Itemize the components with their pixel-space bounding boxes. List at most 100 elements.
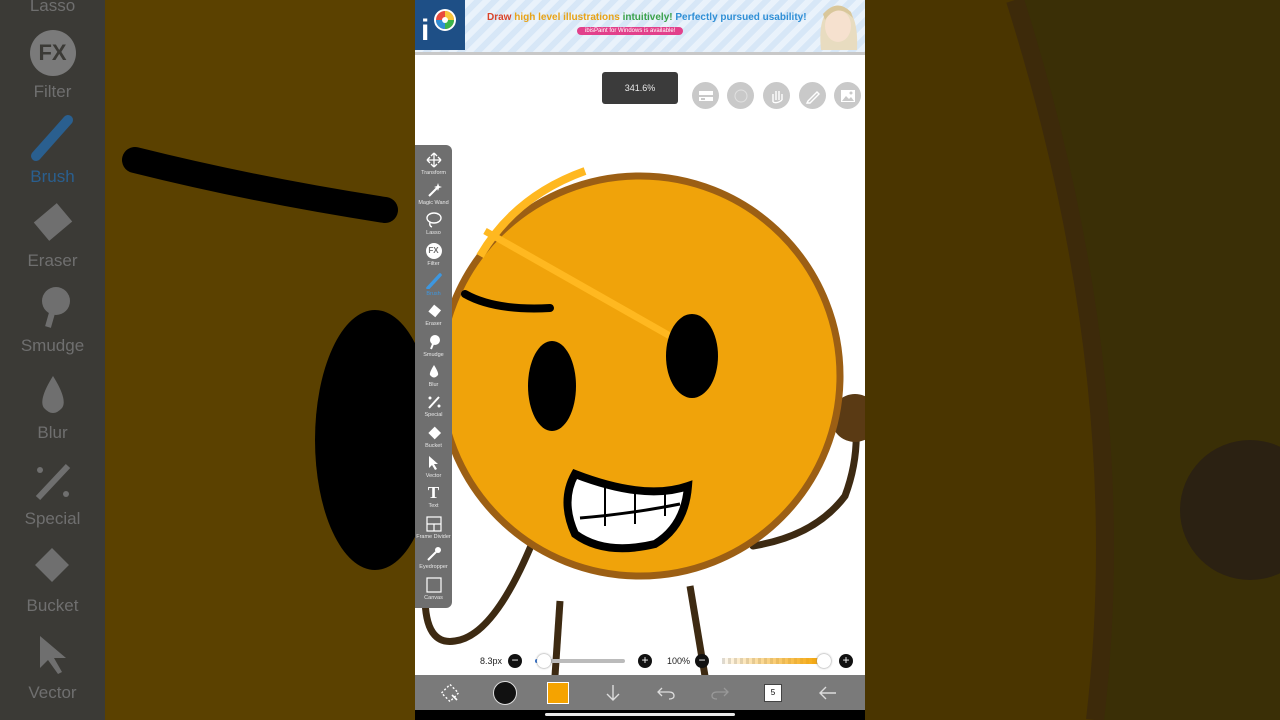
tool-lasso[interactable]: Lasso	[415, 211, 452, 236]
opacity-increase-button[interactable]: +	[839, 654, 853, 668]
layers-icon: 5	[764, 683, 782, 702]
bg-tool-bucket: Bucket	[0, 545, 105, 616]
opacity-fill	[722, 658, 824, 664]
tool-magic-wand[interactable]: Magic Wand	[415, 181, 452, 206]
arrow-left-icon	[819, 686, 836, 699]
eraser-icon	[33, 203, 72, 241]
brush-size-slider[interactable]	[535, 654, 625, 668]
plus-icon: +	[641, 653, 649, 667]
magic-wand-icon	[427, 183, 442, 197]
fx-icon: FX	[29, 30, 76, 76]
eraser-icon	[427, 304, 441, 318]
hand-button[interactable]	[763, 82, 790, 109]
tool-frame-divider[interactable]: Frame Divider	[415, 515, 452, 540]
plus-icon: +	[842, 653, 850, 667]
ad-illustration	[807, 0, 863, 50]
bg-tool-blur: Blur	[0, 372, 105, 443]
tool-vector[interactable]: Vector	[415, 454, 452, 479]
vector-icon	[39, 636, 66, 674]
brush-size-knob[interactable]	[536, 654, 551, 668]
bg-tool-brush: Brush	[0, 112, 105, 187]
ad-banner[interactable]: i Draw high level illustrations intuitiv…	[415, 0, 865, 55]
selection-toggle-button[interactable]	[435, 675, 465, 710]
drawing-canvas[interactable]	[415, 56, 865, 677]
brush-preview-button[interactable]	[490, 675, 520, 710]
home-indicator[interactable]	[545, 713, 735, 716]
pen-button[interactable]	[799, 82, 826, 109]
circle-icon	[734, 89, 747, 102]
opacity-knob[interactable]	[817, 654, 831, 668]
special-icon	[427, 396, 440, 409]
frame-divider-icon	[425, 516, 442, 532]
canvas-icon	[425, 577, 442, 593]
arrow-down-icon	[606, 684, 620, 701]
smudge-icon	[41, 287, 70, 328]
bucket-icon	[427, 426, 441, 440]
brush-size-label: 8.3px	[480, 656, 503, 666]
tool-text[interactable]: T Text	[415, 483, 452, 509]
circle-button[interactable]	[727, 82, 754, 109]
blur-icon	[41, 376, 64, 413]
text-icon: T	[427, 483, 440, 502]
opacity-label: 100%	[667, 656, 691, 666]
tool-filter[interactable]: FX Filter	[415, 242, 452, 267]
minus-icon: −	[698, 653, 706, 667]
image-button[interactable]	[834, 82, 861, 109]
ad-headline: Draw high level illustrations intuitivel…	[487, 12, 807, 23]
minus-icon: −	[511, 653, 519, 667]
special-icon	[35, 463, 70, 501]
hand-icon	[771, 90, 783, 103]
selection-icon	[441, 683, 459, 702]
lasso-icon	[425, 212, 442, 228]
layer-toggle-button[interactable]	[692, 82, 719, 109]
background-right-panel	[865, 0, 1280, 720]
brush-sliders: 8.3px − + 100% − +	[415, 650, 865, 672]
bg-tool-special: Special	[0, 458, 105, 529]
layer-count: 5	[770, 687, 776, 697]
ad-subtitle-pill: ibisPaint for Windows is available!	[577, 27, 684, 35]
smudge-icon	[429, 335, 440, 350]
tool-blur[interactable]: Blur	[415, 363, 452, 388]
bg-tool-vector: Vector	[0, 632, 105, 703]
tool-canvas[interactable]: Canvas	[415, 576, 452, 601]
brush-size-increase-button[interactable]: +	[638, 654, 652, 668]
opacity-decrease-button[interactable]: −	[695, 654, 709, 668]
background-left-panel: Lasso FX Filter Brush Eraser Smudge Blur…	[0, 0, 415, 720]
layers-button[interactable]: 5	[758, 675, 788, 710]
redo-icon	[711, 687, 729, 700]
tool-palette: Transform Magic Wand Lasso FX Filter Bru…	[415, 145, 452, 608]
app-screen: i Draw high level illustrations intuitiv…	[415, 0, 865, 720]
eyedropper-icon	[426, 547, 441, 561]
tool-bucket[interactable]: Bucket	[415, 424, 452, 449]
opacity-slider[interactable]	[722, 654, 831, 668]
brush-size-decrease-button[interactable]: −	[508, 654, 522, 668]
zoom-indicator: 341.6%	[602, 72, 678, 104]
tool-special[interactable]: Special	[415, 393, 452, 418]
tool-eyedropper[interactable]: Eyedropper	[415, 545, 452, 570]
tool-eraser[interactable]: Eraser	[415, 302, 452, 327]
undo-icon	[657, 687, 675, 700]
background-orange-area	[105, 0, 415, 720]
bg-tool-smudge: Smudge	[0, 285, 105, 356]
tool-brush[interactable]: Brush	[415, 272, 452, 297]
redo-button[interactable]	[705, 675, 735, 710]
back-button[interactable]	[813, 675, 843, 710]
tool-transform[interactable]: Transform	[415, 151, 452, 176]
bg-tool-eraser: Eraser	[0, 200, 105, 271]
vector-icon	[428, 456, 438, 470]
bg-tool-lasso: Lasso	[29, 0, 76, 15]
brush-preview-icon	[493, 680, 517, 705]
home-indicator-area	[415, 710, 865, 720]
undo-button[interactable]	[651, 675, 681, 710]
color-swatch	[547, 681, 569, 704]
tool-smudge[interactable]: Smudge	[415, 333, 452, 358]
bucket-icon	[34, 548, 69, 582]
color-swatch-button[interactable]	[543, 675, 573, 710]
ibispaint-logo: i	[415, 0, 465, 50]
image-icon	[840, 89, 855, 102]
layer-toggle-icon	[698, 90, 713, 101]
svg-text:i: i	[421, 14, 429, 47]
download-button[interactable]	[598, 675, 628, 710]
bg-tool-filter: FX Filter	[0, 30, 105, 102]
bottom-toolbar: 5	[415, 675, 865, 710]
